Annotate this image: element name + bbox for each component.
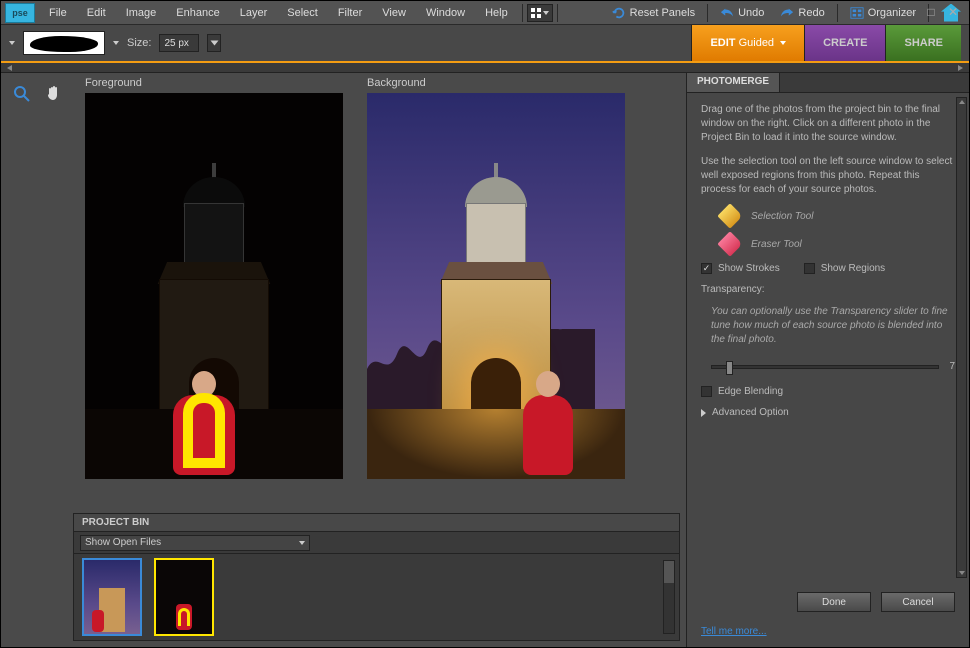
bin-filter-label: Show Open Files [85,537,161,548]
menu-edit[interactable]: Edit [77,3,116,23]
menu-select[interactable]: Select [277,3,328,23]
show-regions-label: Show Regions [821,263,885,274]
project-bin-title: PROJECT BIN [74,514,679,532]
hand-tool[interactable] [43,83,65,105]
mode-create[interactable]: CREATE [804,25,885,61]
brush-size-stepper[interactable] [207,34,221,52]
app-logo: pse [5,3,35,23]
bin-thumb-2[interactable] [156,560,212,634]
organizer-icon [850,6,864,20]
close-button[interactable]: ✕ [946,6,960,20]
transparency-label: Transparency: [701,284,955,295]
reset-panels-button[interactable]: Reset Panels [604,6,703,20]
magnifier-icon [12,84,32,104]
tell-me-more-link[interactable]: Tell me more... [701,626,955,637]
menu-view[interactable]: View [372,3,416,23]
zoom-tool[interactable] [11,83,33,105]
brush-size-field[interactable]: 25 px [159,34,199,52]
chevron-down-icon [543,11,549,15]
chevron-down-icon[interactable] [9,41,15,45]
instructions-2: Use the selection tool on the left sourc… [701,155,955,197]
background-label: Background [367,73,625,93]
chevron-icon [210,41,218,46]
undo-label: Undo [738,7,764,19]
mode-edit[interactable]: EDIT Guided [691,25,804,61]
advanced-option-toggle[interactable]: Advanced Option [701,407,955,418]
menu-enhance[interactable]: Enhance [166,3,229,23]
layout-dropdown[interactable] [527,4,553,22]
menubar: pse File Edit Image Enhance Layer Select… [1,1,969,25]
mode-guided-label: Guided [739,37,774,49]
chevron-right-icon [701,409,706,417]
size-label: Size: [127,37,151,49]
bin-thumb-1[interactable] [84,560,140,634]
menu-help[interactable]: Help [475,3,518,23]
selection-tool-button[interactable]: Selection Tool [701,207,955,225]
menu-window[interactable]: Window [416,3,475,23]
menu-file[interactable]: File [39,3,77,23]
menu-image[interactable]: Image [116,3,167,23]
show-strokes-label: Show Strokes [718,263,780,274]
right-panel: PHOTOMERGE Drag one of the photos from t… [686,73,969,647]
chevron-down-icon [780,41,786,45]
advanced-option-label: Advanced Option [712,407,789,418]
mode-edit-label: EDIT [710,37,735,49]
foreground-label: Foreground [85,73,343,93]
panel-scrollbar[interactable] [956,97,967,578]
transparency-slider[interactable] [711,365,939,369]
done-button[interactable]: Done [797,592,871,612]
cancel-button[interactable]: Cancel [881,592,955,612]
pencil-icon [717,203,742,228]
selection-stroke [183,393,225,463]
tab-photomerge[interactable]: PHOTOMERGE [687,73,780,92]
background-image[interactable] [367,93,625,479]
redo-label: Redo [798,7,824,19]
refresh-icon [612,6,626,20]
transparency-hint: You can optionally use the Transparency … [701,305,955,347]
brush-preview[interactable] [23,31,105,55]
hand-icon [44,84,64,104]
foreground-image[interactable] [85,93,343,479]
mode-share[interactable]: SHARE [885,25,961,61]
edge-blending-checkbox[interactable]: Edge Blending [701,386,955,397]
edge-blending-label: Edge Blending [718,386,783,397]
chevron-down-icon[interactable] [113,41,119,45]
minimize-button[interactable]: — [902,6,916,20]
redo-button[interactable]: Redo [772,6,832,20]
grid-icon [531,8,541,18]
show-strokes-checkbox[interactable]: ✓Show Strokes [701,263,780,274]
menu-layer[interactable]: Layer [230,3,278,23]
transparency-value: 7 [949,361,955,372]
tab-scroll-bar[interactable] [1,63,969,73]
maximize-button[interactable]: □ [924,6,938,20]
undo-button[interactable]: Undo [712,6,772,20]
bin-scrollbar[interactable] [663,560,675,634]
instructions-1: Drag one of the photos from the project … [701,103,955,145]
project-bin: PROJECT BIN Show Open Files [73,513,680,641]
selection-tool-label: Selection Tool [751,211,813,222]
chevron-down-icon [299,541,305,545]
options-bar: Size: 25 px EDIT Guided CREATE SHARE [1,25,969,63]
show-regions-checkbox[interactable]: Show Regions [804,263,885,274]
undo-icon [720,6,734,20]
eraser-tool-button[interactable]: Eraser Tool [701,235,955,253]
reset-panels-label: Reset Panels [630,7,695,19]
redo-icon [780,6,794,20]
eraser-icon [717,231,742,256]
menu-filter[interactable]: Filter [328,3,372,23]
bin-filter-select[interactable]: Show Open Files [80,535,310,551]
eraser-tool-label: Eraser Tool [751,239,802,250]
tool-strip [1,73,71,647]
